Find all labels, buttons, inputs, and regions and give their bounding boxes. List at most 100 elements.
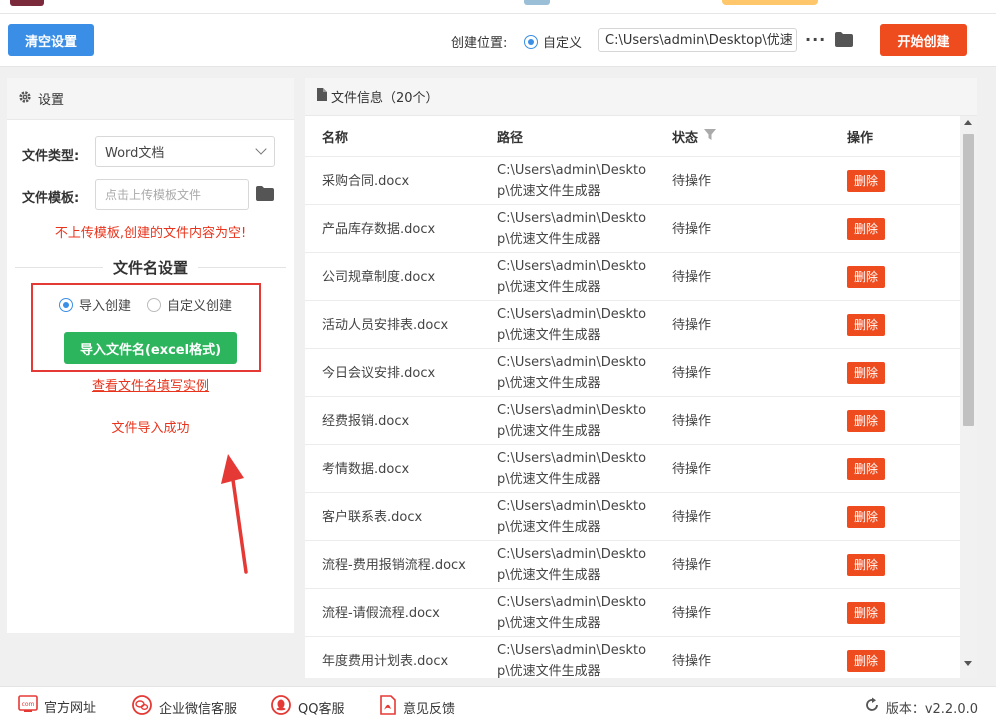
official-website-link[interactable]: com 官方网址 <box>18 695 96 717</box>
svg-text:com: com <box>22 701 35 708</box>
qq-icon <box>270 695 292 719</box>
radio-selected-icon[interactable] <box>524 34 538 49</box>
delete-button[interactable]: 删除 <box>847 554 886 576</box>
file-status-cell: 待操作 <box>672 317 712 333</box>
start-create-button[interactable]: 开始创建 <box>880 24 967 56</box>
file-status-cell: 待操作 <box>672 173 712 189</box>
delete-button[interactable]: 删除 <box>847 314 886 336</box>
qq-service-link[interactable]: QQ客服 <box>270 695 344 719</box>
filter-icon[interactable] <box>704 128 717 144</box>
table-row: 今日会议安排.docx C:\Users\admin\Desktop\优速文件生成… <box>305 348 960 396</box>
custom-create-radio[interactable] <box>147 297 162 312</box>
delete-button[interactable]: 删除 <box>847 362 886 384</box>
operation-cell: 删除 <box>847 301 917 349</box>
custom-location-label: 自定义 <box>543 36 583 51</box>
table-row: 产品库存数据.docx C:\Users\admin\Desktop\优速文件生成… <box>305 204 960 252</box>
file-path-cell: C:\Users\admin\Desktop\优速文件生成器 <box>497 211 647 247</box>
filename-example-link[interactable]: 查看文件名填写实例 <box>7 375 294 394</box>
table-row: 活动人员安排表.docx C:\Users\admin\Desktop\优速文件生… <box>305 300 960 348</box>
settings-header: 设置 <box>7 78 294 120</box>
delete-button[interactable]: 删除 <box>847 266 886 288</box>
custom-create-label[interactable]: 自定义创建 <box>167 295 232 314</box>
divider <box>15 266 103 268</box>
delete-button[interactable]: 删除 <box>847 170 886 192</box>
column-status: 状态 <box>672 127 717 146</box>
footer-bar: com 官方网址 企业微信客服 QQ客服 意见反馈 版本：v2.2.0.0 <box>0 686 996 723</box>
file-status-cell: 待操作 <box>672 605 712 621</box>
operation-cell: 删除 <box>847 493 917 541</box>
file-type-label: 文件类型: <box>22 149 80 164</box>
column-path: 路径 <box>497 130 524 146</box>
column-operation: 操作 <box>847 130 874 146</box>
folder-icon[interactable] <box>834 31 854 52</box>
table-row: 流程-请假流程.docx C:\Users\admin\Desktop\优速文件生… <box>305 588 960 636</box>
template-upload-input[interactable]: 点击上传模板文件 <box>95 179 249 210</box>
feedback-link[interactable]: 意见反馈 <box>379 695 455 719</box>
table-row: 考情数据.docx C:\Users\admin\Desktop\优速文件生成器 待… <box>305 444 960 492</box>
file-type-select[interactable]: Word文档 <box>95 136 275 167</box>
file-name-cell: 公司规章制度.docx <box>322 269 436 285</box>
file-name-cell: 考情数据.docx <box>322 461 410 477</box>
file-info-header: 文件信息（20个） <box>305 78 977 116</box>
file-status-cell: 待操作 <box>672 461 712 477</box>
file-status-cell: 待操作 <box>672 221 712 237</box>
file-status-cell: 待操作 <box>672 413 712 429</box>
operation-cell: 删除 <box>847 589 917 637</box>
version-info[interactable]: 版本：v2.2.0.0 <box>864 697 978 717</box>
column-status-label: 状态 <box>672 130 699 146</box>
file-template-label: 文件模板: <box>22 191 80 206</box>
qq-label: QQ客服 <box>298 701 345 717</box>
delete-button[interactable]: 删除 <box>847 602 886 624</box>
file-path-cell: C:\Users\admin\Desktop\优速文件生成器 <box>497 307 647 343</box>
file-name-cell: 活动人员安排表.docx <box>322 317 449 333</box>
refresh-icon[interactable] <box>864 697 880 717</box>
gear-icon <box>18 90 32 108</box>
website-icon: com <box>18 695 38 717</box>
custom-location-radio[interactable]: 自定义 <box>524 32 582 51</box>
operation-cell: 删除 <box>847 253 917 301</box>
delete-button[interactable]: 删除 <box>847 458 886 480</box>
file-info-panel: 文件信息（20个） 名称 路径 状态 操作 采购合同.docx C:\Users\… <box>305 78 977 678</box>
file-name-cell: 流程-费用报销流程.docx <box>322 557 466 573</box>
file-path-cell: C:\Users\admin\Desktop\优速文件生成器 <box>497 547 647 583</box>
file-path-cell: C:\Users\admin\Desktop\优速文件生成器 <box>497 643 647 678</box>
import-create-radio[interactable] <box>59 297 73 312</box>
file-info-title: 文件信息（20个） <box>331 91 439 106</box>
wechat-service-link[interactable]: 企业微信客服 <box>131 695 237 719</box>
file-name-cell: 年度费用计划表.docx <box>322 653 449 669</box>
chevron-down-icon <box>255 143 267 155</box>
file-status-cell: 待操作 <box>672 557 712 573</box>
more-options-icon[interactable]: ··· <box>805 30 826 49</box>
create-mode-group: 导入创建 自定义创建 <box>35 295 232 314</box>
operation-cell: 删除 <box>847 205 917 253</box>
wechat-icon <box>131 695 153 719</box>
delete-button[interactable]: 删除 <box>847 650 886 672</box>
scroll-down-icon[interactable] <box>964 661 972 666</box>
import-filenames-button[interactable]: 导入文件名(excel格式) <box>64 332 237 364</box>
delete-button[interactable]: 删除 <box>847 410 886 432</box>
feedback-label: 意见反馈 <box>403 701 456 717</box>
folder-icon[interactable] <box>255 185 275 206</box>
table-row: 经费报销.docx C:\Users\admin\Desktop\优速文件生成器 待… <box>305 396 960 444</box>
operation-cell: 删除 <box>847 637 917 678</box>
pdf-feedback-icon <box>379 695 397 719</box>
location-path-input[interactable]: C:\Users\admin\Desktop\优速 <box>598 28 797 52</box>
operation-cell: 删除 <box>847 445 917 493</box>
scroll-thumb[interactable] <box>963 134 974 426</box>
website-label: 官方网址 <box>44 700 97 716</box>
clear-settings-button[interactable]: 清空设置 <box>8 24 94 56</box>
import-create-label[interactable]: 导入创建 <box>79 295 131 314</box>
empty-template-warning: 不上传模板,创建的文件内容为空! <box>54 226 247 241</box>
delete-button[interactable]: 删除 <box>847 506 886 528</box>
filename-settings-title: 文件名设置 <box>15 256 287 278</box>
file-name-cell: 客户联系表.docx <box>322 509 423 525</box>
scroll-up-icon[interactable] <box>964 120 972 125</box>
annotation-arrow <box>221 454 248 574</box>
delete-button[interactable]: 删除 <box>847 218 886 240</box>
file-table-body: 采购合同.docx C:\Users\admin\Desktop\优速文件生成器待… <box>305 156 960 678</box>
file-name-cell: 流程-请假流程.docx <box>322 605 440 621</box>
table-scrollbar[interactable] <box>960 116 977 678</box>
file-path-cell: C:\Users\admin\Desktop\优速文件生成器 <box>497 259 647 295</box>
settings-title: 设置 <box>38 93 65 108</box>
file-status-cell: 待操作 <box>672 509 712 525</box>
